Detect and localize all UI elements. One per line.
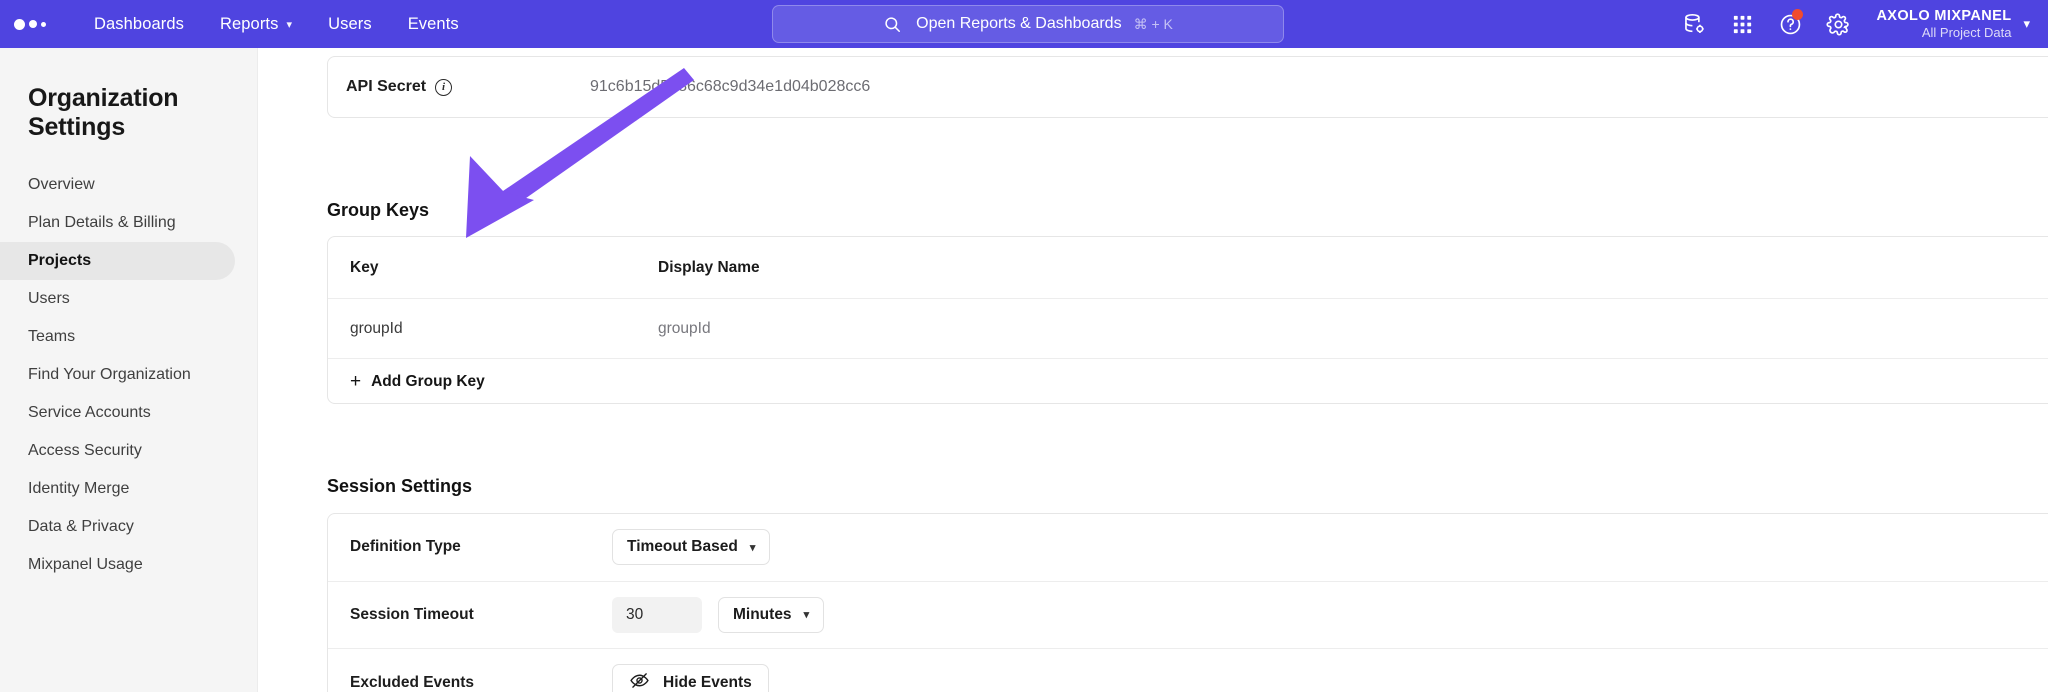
sidebar-item-label: Plan Details & Billing <box>28 214 176 231</box>
nav-label-events: Events <box>407 14 459 33</box>
session-settings-section-header: Session Settings Learn more <box>327 476 2048 497</box>
group-keys-table-header: Key Display Name <box>328 237 2048 299</box>
session-timeout-input[interactable]: 30 <box>612 596 702 633</box>
session-timeout-label: Session Timeout <box>350 605 474 623</box>
sidebar-item-data-privacy[interactable]: Data & Privacy <box>0 508 235 546</box>
sidebar-item-label: Identity Merge <box>28 480 130 497</box>
sidebar-item-label: Users <box>28 290 70 307</box>
account-project-scope: All Project Data <box>1921 24 2012 40</box>
excluded-events-row: Excluded Events Hide Events <box>328 649 2048 692</box>
hide-events-label: Hide Events <box>663 673 752 691</box>
excluded-events-label: Excluded Events <box>350 673 475 691</box>
chevron-down-icon: ▾ <box>2023 16 2030 31</box>
nav-label-reports: Reports <box>219 14 279 33</box>
session-timeout-controls: 30 Minutes ▾ <box>612 596 825 633</box>
primary-nav-links: Dashboards Reports ▾ Users Events <box>76 9 477 40</box>
nav-right-cluster: AXOLO MIXPANEL All Project Data ▾ <box>1670 0 2040 48</box>
definition-type-label: Definition Type <box>350 538 461 556</box>
hide-events-button[interactable]: Hide Events <box>612 663 769 692</box>
definition-type-controls: Timeout Based ▾ <box>612 529 771 566</box>
api-secret-label: API Secret <box>346 78 427 95</box>
session-settings-heading: Session Settings <box>327 476 473 496</box>
group-key-value: groupId <box>350 319 403 337</box>
sidebar-item-find-your-organization[interactable]: Find Your Organization <box>0 356 235 394</box>
table-row: groupId groupId <box>328 299 2048 359</box>
sidebar-item-label: Mixpanel Usage <box>28 556 143 573</box>
definition-type-select[interactable]: Timeout Based ▾ <box>612 529 771 566</box>
sidebar-item-users[interactable]: Users <box>0 280 235 318</box>
sidebar-item-mixpanel-usage[interactable]: Mixpanel Usage <box>0 546 235 584</box>
add-group-key-row: + Add Group Key <box>328 359 2048 404</box>
group-keys-section-header: Group Keys Learn more <box>327 200 2048 221</box>
search-placeholder-text: Open Reports & Dashboards <box>916 15 1122 32</box>
account-org-name: AXOLO MIXPANEL <box>1876 7 2012 24</box>
sidebar-item-service-accounts[interactable]: Service Accounts <box>0 394 235 432</box>
eye-hidden-icon <box>629 670 650 692</box>
main-content-area: API Secret i 91c6b15d5a86c68c9d34e1d04b0… <box>258 48 2048 692</box>
account-switcher[interactable]: AXOLO MIXPANEL All Project Data ▾ <box>1862 7 2040 41</box>
excluded-events-controls: Hide Events <box>612 663 769 692</box>
sidebar-item-label: Teams <box>28 328 76 345</box>
column-header-key: Key <box>350 258 379 276</box>
help-question-icon[interactable] <box>1766 0 1814 48</box>
plus-icon: + <box>350 371 362 392</box>
chevron-down-icon: ▾ <box>286 18 293 31</box>
api-secret-label-group: API Secret i <box>328 78 590 96</box>
sidebar-title: Organization Settings <box>28 84 179 141</box>
nav-label-dashboards: Dashboards <box>94 14 184 33</box>
sidebar-item-overview[interactable]: Overview <box>0 166 235 204</box>
nav-item-reports[interactable]: Reports ▾ <box>202 9 310 40</box>
group-keys-heading: Group Keys <box>327 200 430 220</box>
nav-item-users[interactable]: Users <box>310 9 390 40</box>
group-key-display-name: groupId <box>658 319 711 337</box>
account-labels: AXOLO MIXPANEL All Project Data <box>1876 7 2011 41</box>
add-group-key-label: Add Group Key <box>371 372 485 390</box>
app-root: Dashboards Reports ▾ Users Events Open R… <box>0 0 2048 692</box>
definition-type-value: Timeout Based <box>627 538 738 556</box>
add-group-key-button[interactable]: + Add Group Key <box>328 372 485 391</box>
logo-dot-small <box>41 21 46 27</box>
nav-item-events[interactable]: Events <box>390 9 477 40</box>
session-timeout-value: 30 <box>626 605 644 623</box>
nav-item-dashboards[interactable]: Dashboards <box>76 9 202 40</box>
session-timeout-unit-select[interactable]: Minutes ▾ <box>718 596 825 633</box>
organization-settings-sidebar: Organization Settings Overview Plan Deta… <box>0 48 258 692</box>
search-icon <box>883 15 902 34</box>
mixpanel-logo[interactable] <box>14 18 46 30</box>
group-keys-card: Key Display Name groupId groupId + Add G… <box>327 236 2048 404</box>
sidebar-item-access-security[interactable]: Access Security <box>0 432 235 470</box>
session-timeout-unit-value: Minutes <box>733 605 792 623</box>
definition-type-row: Definition Type Timeout Based ▾ <box>328 514 2048 582</box>
search-shortcut-hint: ⌘ + K <box>1133 15 1173 32</box>
apps-grid-icon[interactable] <box>1718 0 1766 48</box>
sidebar-item-teams[interactable]: Teams <box>0 318 235 356</box>
sidebar-item-plan-details-billing[interactable]: Plan Details & Billing <box>0 204 235 242</box>
global-search-input[interactable]: Open Reports & Dashboards ⌘ + K <box>772 5 1284 43</box>
sidebar-item-identity-merge[interactable]: Identity Merge <box>0 470 235 508</box>
logo-dot-medium <box>29 20 37 28</box>
sidebar-item-label: Overview <box>28 176 95 193</box>
session-timeout-row: Session Timeout 30 Minutes ▾ <box>328 582 2048 650</box>
logo-dot-large <box>14 18 25 30</box>
api-secret-card: API Secret i 91c6b15d5a86c68c9d34e1d04b0… <box>327 56 2048 118</box>
sidebar-nav-list: Overview Plan Details & Billing Projects… <box>0 166 257 584</box>
sidebar-item-label: Service Accounts <box>28 404 151 421</box>
chevron-down-icon: ▾ <box>749 541 756 554</box>
sidebar-item-label: Projects <box>28 252 92 269</box>
top-navigation-bar: Dashboards Reports ▾ Users Events Open R… <box>0 0 2048 48</box>
session-settings-card: Definition Type Timeout Based ▾ Session … <box>327 513 2048 692</box>
api-secret-value: 91c6b15d5a86c68c9d34e1d04b028cc6 <box>590 78 871 95</box>
column-header-display-name: Display Name <box>658 258 760 276</box>
chevron-down-icon: ▾ <box>803 609 810 622</box>
sidebar-item-projects[interactable]: Projects <box>0 242 235 280</box>
nav-label-users: Users <box>328 14 372 33</box>
info-icon[interactable]: i <box>435 78 453 96</box>
sidebar-item-label: Data & Privacy <box>28 518 134 535</box>
data-management-icon[interactable] <box>1670 0 1718 48</box>
sidebar-item-label: Access Security <box>28 442 142 459</box>
gear-settings-icon[interactable] <box>1814 0 1862 48</box>
sidebar-item-label: Find Your Organization <box>28 366 191 383</box>
